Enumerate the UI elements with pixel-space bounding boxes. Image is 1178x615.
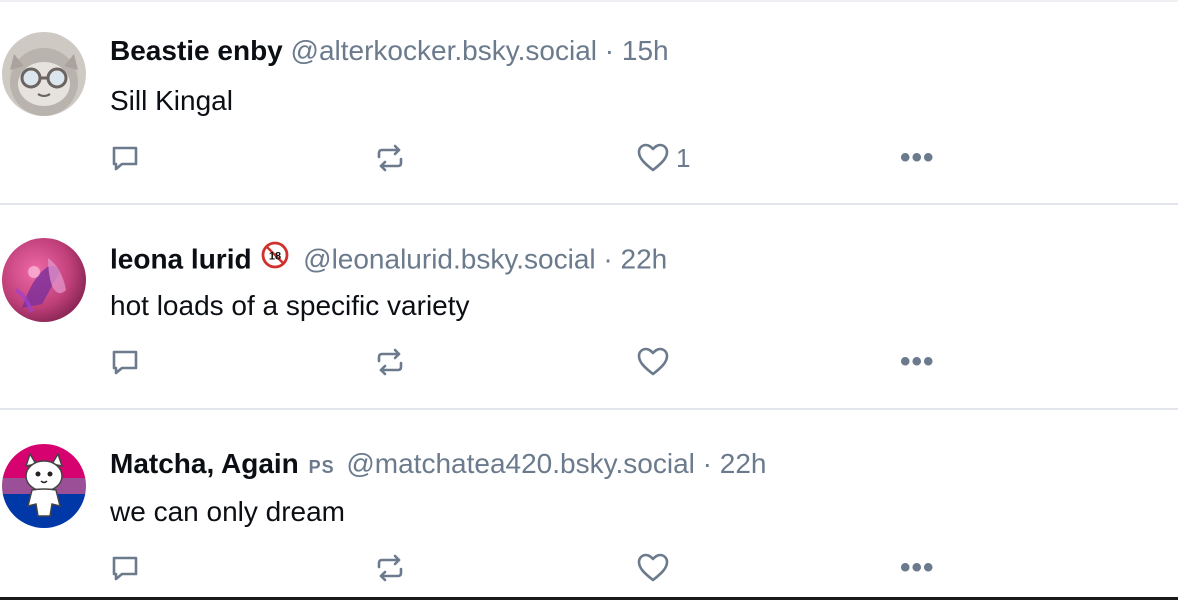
reply-icon (112, 350, 138, 375)
reply-icon (112, 556, 138, 581)
like-count: 1 (676, 142, 691, 173)
post-actions: ••• (0, 548, 1178, 588)
reply-button[interactable] (108, 548, 142, 588)
separator-dot: · (603, 243, 613, 275)
heart-icon (637, 143, 669, 172)
post-item[interactable]: Matcha, Again PS @matchatea420.bsky.soci… (0, 410, 1178, 615)
more-options-button[interactable]: ••• (900, 342, 935, 382)
post-item[interactable]: leona lurid 18 @leonalurid.bsky.social ·… (0, 205, 1178, 410)
repost-button[interactable] (372, 342, 408, 382)
avatar[interactable] (2, 238, 86, 322)
display-name[interactable]: Matcha, Again (110, 448, 299, 479)
display-name[interactable]: leona lurid (110, 243, 252, 274)
display-name[interactable]: Beastie enby (110, 35, 283, 66)
reply-button[interactable] (108, 342, 142, 382)
18-plus-badge-icon: 18 (261, 241, 289, 277)
post-header: leona lurid 18 @leonalurid.bsky.social ·… (110, 241, 667, 275)
handle[interactable]: @leonalurid.bsky.social (303, 243, 595, 274)
post-header: Matcha, Again PS @matchatea420.bsky.soci… (110, 447, 767, 481)
avatar[interactable] (2, 444, 86, 528)
separator-dot: · (702, 448, 712, 479)
gray-cat-face-avatar-icon (2, 32, 86, 116)
reply-icon (112, 146, 138, 171)
post-item[interactable]: Beastie enby @alterkocker.bsky.social · … (0, 0, 1178, 205)
more-icon: ••• (900, 141, 935, 174)
post-header: Beastie enby @alterkocker.bsky.social · … (110, 34, 669, 68)
post-text: Sill Kingal (110, 85, 233, 116)
pink-abstract-avatar-icon (2, 238, 86, 322)
timestamp[interactable]: 22h (621, 243, 668, 274)
repost-icon (377, 348, 403, 376)
more-icon: ••• (900, 345, 935, 378)
white-cat-bi-flag-avatar-icon (2, 444, 86, 528)
timestamp[interactable]: 22h (720, 448, 767, 479)
handle[interactable]: @matchatea420.bsky.social (346, 448, 695, 479)
post-text: hot loads of a specific variety (110, 290, 470, 321)
repost-icon (377, 554, 403, 582)
avatar[interactable] (2, 32, 86, 116)
separator-dot: · (604, 35, 615, 66)
more-options-button[interactable]: ••• (900, 548, 935, 588)
repost-button[interactable] (372, 138, 408, 178)
post-text: we can only dream (110, 496, 346, 527)
reply-button[interactable] (108, 138, 142, 178)
svg-text:18: 18 (269, 251, 281, 263)
heart-icon (637, 553, 669, 582)
post-actions: 1 ••• (0, 138, 1178, 178)
like-button[interactable]: 1 (636, 138, 690, 178)
name-suffix-label: PS (308, 457, 335, 477)
post-actions: ••• (0, 342, 1178, 382)
more-options-button[interactable]: ••• (900, 138, 935, 178)
timestamp[interactable]: 15h (622, 35, 669, 66)
heart-icon (637, 347, 669, 376)
like-button[interactable] (636, 548, 670, 588)
handle[interactable]: @alterkocker.bsky.social (291, 35, 597, 66)
repost-icon (377, 144, 403, 172)
more-icon: ••• (900, 551, 935, 584)
like-button[interactable] (636, 342, 670, 382)
repost-button[interactable] (372, 548, 408, 588)
